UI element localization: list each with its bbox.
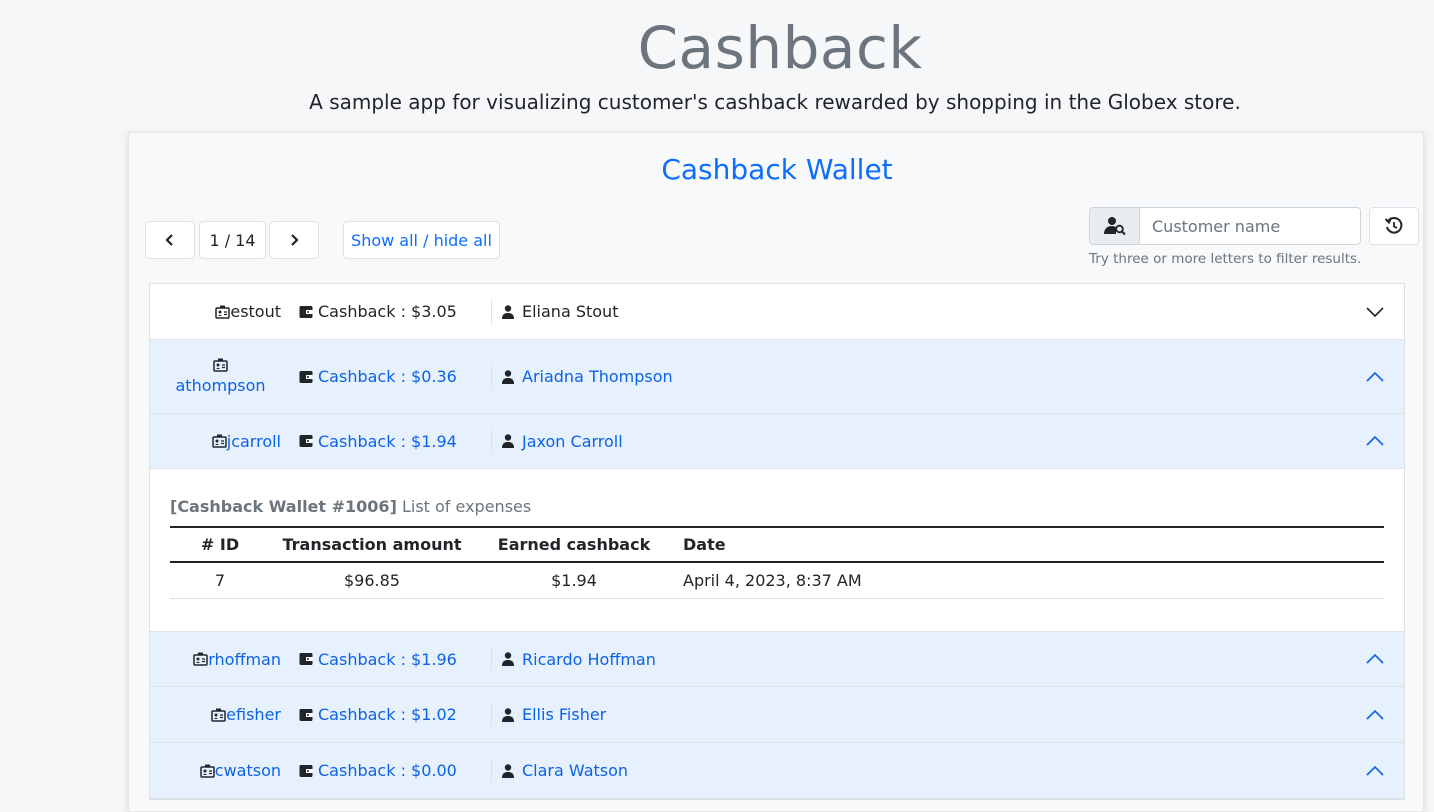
customer-name-input[interactable] <box>1139 207 1361 245</box>
chevron-down-icon <box>1366 306 1384 317</box>
cashback-cell: Cashback : $3.05 <box>299 299 492 324</box>
wallet-icon <box>299 708 313 722</box>
wallet-icon <box>299 764 313 778</box>
user-icon <box>502 304 514 319</box>
cell-date: April 4, 2023, 8:37 AM <box>674 562 1384 599</box>
detail-caption-text: List of expenses <box>396 497 532 516</box>
username-cell: athompson <box>150 358 281 395</box>
customer-name-cell: Eliana Stout <box>492 302 618 321</box>
expenses-table: # ID Transaction amount Earned cashback … <box>170 526 1384 599</box>
table-row: 7 $96.85 $1.94 April 4, 2023, 8:37 AM <box>170 562 1384 599</box>
app-subtitle: A sample app for visualizing customer's … <box>309 90 1241 114</box>
username-label: rhoffman <box>208 649 281 669</box>
wallet-title: Cashback Wallet <box>661 153 893 186</box>
customer-name-label: Clara Watson <box>522 761 629 780</box>
col-header-date: Date <box>683 535 726 554</box>
customer-name-label: Ricardo Hoffman <box>522 649 656 669</box>
cashback-label: Cashback : $1.94 <box>318 431 457 451</box>
wallet-detail-panel: [Cashback Wallet #1006] List of expenses… <box>150 469 1404 632</box>
col-header-earned: Earned cashback <box>497 535 651 554</box>
accordion-header-athompson[interactable]: athompson Cashback : $0.36 Ariadna Thomp… <box>150 340 1404 414</box>
user-icon <box>502 763 514 778</box>
chevron-right-icon <box>288 233 300 247</box>
customer-search-group <box>1089 207 1361 245</box>
user-search-icon <box>1089 207 1139 245</box>
accordion-header-estout[interactable]: estout Cashback : $3.05 Eliana Stout <box>150 284 1404 340</box>
cell-earned: $1.94 <box>474 562 674 599</box>
id-badge-icon <box>193 652 208 666</box>
customer-name-cell: Ricardo Hoffman <box>492 650 656 669</box>
refresh-button[interactable] <box>1369 207 1419 245</box>
customer-name-cell: Ariadna Thompson <box>492 367 673 386</box>
username-cell: efisher <box>150 705 281 724</box>
page-indicator: 1 / 14 <box>199 221 266 259</box>
table-header-row: # ID Transaction amount Earned cashback … <box>170 527 1384 562</box>
cashback-cell: Cashback : $0.00 <box>299 758 492 783</box>
customer-name-cell: Jaxon Carroll <box>492 432 623 451</box>
username-label: estout <box>230 302 281 321</box>
username-cell: cwatson <box>150 761 281 780</box>
id-badge-icon <box>200 764 215 778</box>
customer-name-cell: Clara Watson <box>492 761 628 780</box>
id-badge-icon <box>213 358 228 372</box>
cashback-label: Cashback : $0.36 <box>318 367 457 386</box>
user-icon <box>502 434 514 448</box>
cashback-cell: Cashback : $1.02 <box>299 702 492 727</box>
chevron-up-icon <box>1366 709 1384 720</box>
username-cell: rhoffman <box>150 650 281 669</box>
accordion-header-efisher[interactable]: efisher Cashback : $1.02 Ellis Fisher <box>150 687 1404 743</box>
accordion-header-jcarroll[interactable]: jcarroll Cashback : $1.94 Jaxon Carroll <box>150 414 1404 469</box>
id-badge-icon <box>211 708 226 722</box>
username-label: cwatson <box>214 761 281 780</box>
wallet-id-label: [Cashback Wallet #1006] <box>170 497 397 516</box>
username-cell: estout <box>150 302 281 321</box>
refresh-icon <box>1384 216 1404 236</box>
user-icon <box>502 652 514 666</box>
cashback-label: Cashback : $0.00 <box>318 761 457 780</box>
chevron-left-icon <box>164 233 176 247</box>
cashback-cell: Cashback : $1.94 <box>299 429 492 453</box>
cashback-label: Cashback : $1.96 <box>318 649 457 669</box>
detail-caption: [Cashback Wallet #1006] List of expenses <box>170 497 1384 516</box>
username-cell: jcarroll <box>150 432 281 451</box>
search-hint: Try three or more letters to filter resu… <box>1089 251 1362 267</box>
chevron-up-icon <box>1366 436 1384 446</box>
customer-name-label: Jaxon Carroll <box>522 431 623 451</box>
wallet-icon <box>299 652 313 666</box>
customer-name-label: Eliana Stout <box>522 302 619 321</box>
wallet-icon <box>299 305 313 319</box>
chevron-up-icon <box>1366 765 1384 776</box>
customer-name-label: Ellis Fisher <box>522 705 607 724</box>
cell-amount: $96.85 <box>270 562 474 599</box>
prev-page-button[interactable] <box>145 221 195 259</box>
chevron-up-icon <box>1366 654 1384 664</box>
user-icon <box>502 707 514 722</box>
accordion-header-cwatson[interactable]: cwatson Cashback : $0.00 Clara Watson <box>150 743 1404 799</box>
cashback-label: Cashback : $1.02 <box>318 705 457 724</box>
username-label: athompson <box>175 376 266 395</box>
show-hide-all-button[interactable]: Show all / hide all <box>343 221 500 259</box>
cashback-wallet-card: Cashback Wallet 1 / 14 Show all / hide a… <box>128 132 1424 812</box>
wallet-icon <box>299 370 313 384</box>
wallet-icon <box>299 434 313 448</box>
accordion-header-rhoffman[interactable]: rhoffman Cashback : $1.96 Ricardo Hoffma… <box>150 632 1404 687</box>
customer-accordion: estout Cashback : $3.05 Eliana Stout ath… <box>149 283 1405 800</box>
user-icon <box>502 369 514 384</box>
customer-name-label: Ariadna Thompson <box>522 367 673 386</box>
cashback-label: Cashback : $3.05 <box>318 302 457 321</box>
app-title: Cashback <box>637 14 923 82</box>
cell-id: 7 <box>170 562 270 599</box>
id-badge-icon <box>215 305 231 319</box>
id-badge-icon <box>212 434 227 448</box>
cashback-cell: Cashback : $1.96 <box>299 647 492 671</box>
username-label: jcarroll <box>226 431 281 451</box>
next-page-button[interactable] <box>269 221 319 259</box>
username-label: efisher <box>226 705 281 724</box>
chevron-up-icon <box>1366 371 1384 382</box>
col-header-id: # ID <box>200 535 240 554</box>
customer-name-cell: Ellis Fisher <box>492 705 606 724</box>
col-header-amount: Transaction amount <box>282 535 462 554</box>
cashback-cell: Cashback : $0.36 <box>299 364 492 389</box>
